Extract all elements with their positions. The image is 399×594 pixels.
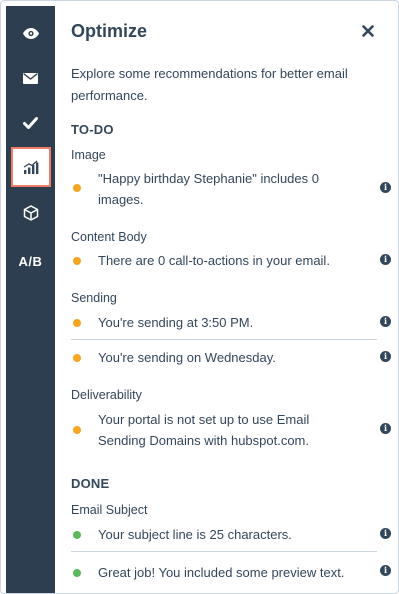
warning-dot [73,257,81,265]
close-icon [362,25,374,37]
recommendation-text: Great job! You included some preview tex… [98,565,345,580]
warning-dot [73,319,81,327]
recommendation-text: Your subject line is 25 characters. [98,527,292,542]
info-icon[interactable]: i [380,423,391,434]
optimize-panel: Optimize Explore some recommendations fo… [55,1,398,593]
divider [71,339,377,340]
recommendation-text: There are 0 call-to-actions in your emai… [98,253,330,268]
success-dot [73,569,81,577]
info-icon[interactable]: i [380,528,391,539]
close-button[interactable] [360,23,376,39]
checkmark-icon [23,117,38,129]
warning-dot [73,354,81,362]
info-icon[interactable]: i [380,254,391,265]
category-sending: Sending [71,291,117,305]
cube-icon [23,205,38,221]
optimize-window: A/B Optimize Explore some recommendation… [0,0,399,594]
recommendation-text: Your portal is not set up to use Email S… [98,412,310,448]
warning-dot [73,184,81,192]
list-item: "Happy birthday Stephanie" includes 0 im… [71,168,391,210]
list-item: Your subject line is 25 characters. i [71,524,391,545]
info-icon[interactable]: i [380,351,391,362]
chart-icon [23,160,39,174]
recommendation-text: "Happy birthday Stephanie" includes 0 im… [98,171,319,207]
info-icon[interactable]: i [380,182,391,193]
preview-tab[interactable] [6,13,55,53]
list-item: Your portal is not set up to use Email S… [71,409,391,451]
category-email-subject: Email Subject [71,503,148,517]
ab-test-tab[interactable]: A/B [6,241,55,281]
divider [71,551,377,552]
warning-dot [73,426,81,434]
list-item: Great job! You included some preview tex… [71,562,391,583]
envelope-icon [23,72,38,84]
optimize-tab[interactable] [11,147,51,187]
list-item: There are 0 call-to-actions in your emai… [71,250,391,271]
eye-icon [22,27,39,39]
info-icon[interactable]: i [380,565,391,576]
review-tab[interactable] [6,103,55,143]
recommendation-text: You're sending at 3:50 PM. [98,315,254,330]
modules-tab[interactable] [6,193,55,233]
done-heading: DONE [71,476,110,491]
sidebar-rail: A/B [6,6,55,593]
info-icon[interactable]: i [380,316,391,327]
todo-heading: TO-DO [71,122,114,137]
list-item: You're sending at 3:50 PM. i [71,312,391,333]
recommendation-text: You're sending on Wednesday. [98,350,276,365]
email-tab[interactable] [6,58,55,98]
list-item: You're sending on Wednesday. i [71,347,391,368]
category-content-body: Content Body [71,230,147,244]
intro-text: Explore some recommendations for better … [71,66,348,103]
category-image: Image [71,148,106,162]
panel-title: Optimize [71,21,148,41]
category-deliverability: Deliverability [71,388,142,402]
success-dot [73,531,81,539]
